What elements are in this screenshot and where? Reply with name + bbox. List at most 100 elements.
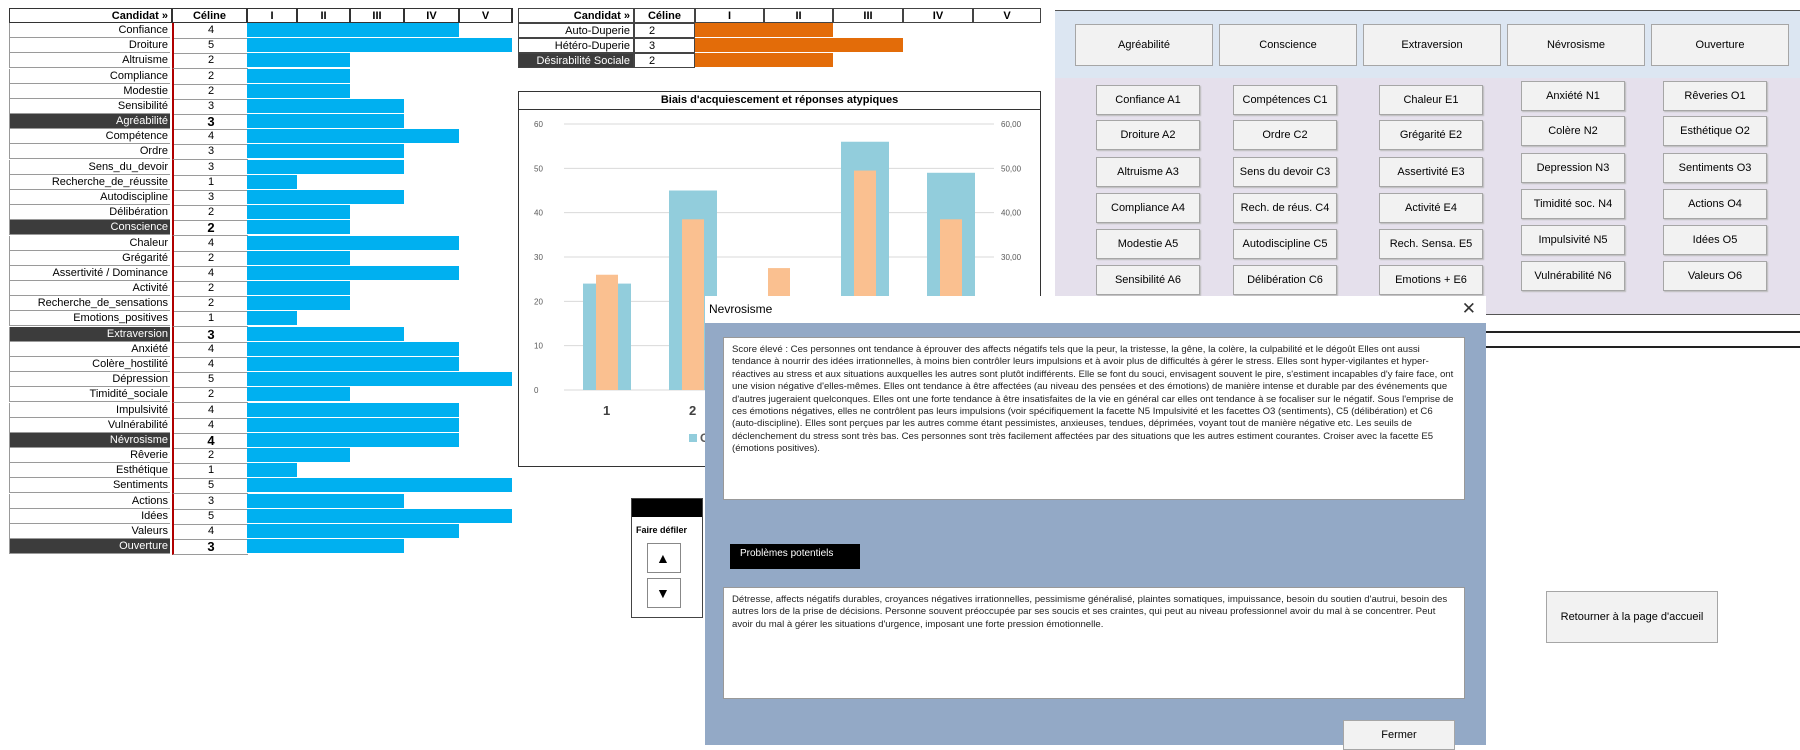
row-score: 3 <box>172 326 248 343</box>
facet-row: Chaleur 4 <box>9 235 513 252</box>
facet-button[interactable]: Esthétique O2 <box>1663 116 1767 146</box>
row-score: 2 <box>172 68 248 85</box>
facet-button[interactable]: Anxiété N1 <box>1521 81 1625 111</box>
dialog-titlebar: Nevrosisme ✕ <box>705 296 1486 323</box>
score-bar <box>247 189 404 204</box>
bias-row-score: 3 <box>634 38 695 53</box>
row-label: Rêverie <box>9 448 170 464</box>
tab-domain[interactable]: Conscience <box>1219 24 1357 66</box>
facet-button[interactable]: Ordre C2 <box>1233 120 1337 150</box>
row-score: 2 <box>172 83 248 100</box>
domain-row: Conscience 2 <box>9 220 513 237</box>
facet-button[interactable]: Depression N3 <box>1521 153 1625 183</box>
row-label: Chaleur <box>9 235 170 251</box>
facet-row: Esthétique 1 <box>9 463 513 480</box>
facet-row: Recherche_de_sensations 2 <box>9 296 513 313</box>
facet-row: Impulsivité 4 <box>9 402 513 419</box>
facet-button[interactable]: Compétences C1 <box>1233 85 1337 115</box>
facet-button[interactable]: Droiture A2 <box>1096 120 1200 150</box>
row-label: Altruisme <box>9 53 170 69</box>
y-tick-label: 50 <box>534 164 543 173</box>
facet-button[interactable]: Activité E4 <box>1379 193 1483 223</box>
domain-row: Agréabilité 3 <box>9 114 513 131</box>
facet-button[interactable]: Rêveries O1 <box>1663 81 1767 111</box>
problems-textbox[interactable]: Détresse, affects négatifs durables, cro… <box>723 587 1465 699</box>
home-button[interactable]: Retourner à la page d'accueil <box>1546 591 1718 643</box>
grid-line <box>459 8 460 23</box>
description-textbox[interactable]: Score élevé : Ces personnes ont tendance… <box>723 337 1465 500</box>
bias-score-bar <box>695 23 833 37</box>
close-icon[interactable]: ✕ <box>1462 299 1476 319</box>
score-bar <box>247 98 404 113</box>
score-bar <box>247 508 512 523</box>
score-bar <box>247 356 459 371</box>
score-bar <box>247 38 512 53</box>
row-score: 3 <box>172 539 248 556</box>
row-score: 2 <box>172 53 248 70</box>
facet-button[interactable]: Altruisme A3 <box>1096 157 1200 187</box>
score-bar <box>247 296 350 311</box>
table-header-level-4: IV <box>404 8 459 23</box>
y-tick-label-right: 40,00 <box>1001 209 1022 218</box>
facet-button[interactable]: Valeurs O6 <box>1663 261 1767 291</box>
scroll-header-bar <box>632 499 702 517</box>
facet-button[interactable]: Impulsivité N5 <box>1521 225 1625 255</box>
row-label: Modestie <box>9 83 170 99</box>
grid-line <box>512 8 513 23</box>
tab-domain[interactable]: Extraversion <box>1363 24 1501 66</box>
bias-row-label: Auto-Duperie <box>518 23 634 38</box>
facet-button[interactable]: Rech. Sensa. E5 <box>1379 229 1483 259</box>
facet-button[interactable]: Autodiscipline C5 <box>1233 229 1337 259</box>
row-score: 2 <box>172 387 248 404</box>
table-header-level-3: III <box>350 8 404 23</box>
facet-row: Sentiments 5 <box>9 478 513 495</box>
facet-button[interactable]: Emotions + E6 <box>1379 265 1483 295</box>
facet-row: Valeurs 4 <box>9 523 513 540</box>
facet-button[interactable]: Vulnérabilité N6 <box>1521 261 1625 291</box>
table-header-level-5: V <box>459 8 512 23</box>
domain-row: Névrosisme 4 <box>9 432 513 449</box>
grid-line <box>297 8 298 23</box>
row-label: Dépression <box>9 372 170 388</box>
facet-button[interactable]: Sensibilité A6 <box>1096 265 1200 295</box>
facet-button[interactable]: Modestie A5 <box>1096 229 1200 259</box>
row-score: 4 <box>172 402 248 419</box>
facet-button[interactable]: Délibération C6 <box>1233 265 1337 295</box>
tab-domain[interactable]: Agréabilité <box>1075 24 1213 66</box>
row-score: 2 <box>172 205 248 222</box>
close-dialog-button[interactable]: Fermer <box>1343 720 1455 750</box>
facet-button[interactable]: Timidité soc. N4 <box>1521 189 1625 219</box>
facet-button[interactable]: Idées O5 <box>1663 225 1767 255</box>
bias-score-bar <box>695 53 833 67</box>
scroll-down-button[interactable]: ▼ <box>647 578 681 608</box>
facet-button[interactable]: Sens du devoir C3 <box>1233 157 1337 187</box>
facet-button[interactable]: Actions O4 <box>1663 189 1767 219</box>
facet-row: Sensibilité 3 <box>9 98 513 115</box>
score-bar <box>247 432 459 447</box>
mid-header-candidate: Céline <box>634 8 695 23</box>
row-label: Autodiscipline <box>9 189 170 205</box>
score-bar <box>247 68 350 83</box>
facet-row: Confiance 4 <box>9 23 513 39</box>
tab-domain[interactable]: Névrosisme <box>1507 24 1645 66</box>
row-score: 2 <box>172 296 248 313</box>
facet-button[interactable]: Colère N2 <box>1521 116 1625 146</box>
score-bar <box>247 523 459 538</box>
facet-button[interactable]: Chaleur E1 <box>1379 85 1483 115</box>
row-label: Extraversion <box>9 326 170 342</box>
scroll-up-button[interactable]: ▲ <box>647 543 681 573</box>
facet-button[interactable]: Rech. de réus. C4 <box>1233 193 1337 223</box>
facet-row: Emotions_positives 1 <box>9 311 513 328</box>
facet-button[interactable]: Compliance A4 <box>1096 193 1200 223</box>
row-score: 4 <box>172 265 248 282</box>
row-label: Assertivité / Dominance <box>9 265 170 281</box>
facet-button[interactable]: Grégarité E2 <box>1379 120 1483 150</box>
score-bar <box>247 220 350 235</box>
row-score: 4 <box>172 129 248 146</box>
facet-row: Timidité_sociale 2 <box>9 387 513 404</box>
facet-button[interactable]: Confiance A1 <box>1096 85 1200 115</box>
facet-button[interactable]: Sentiments O3 <box>1663 153 1767 183</box>
row-label: Activité <box>9 281 170 297</box>
tab-domain[interactable]: Ouverture <box>1651 24 1789 66</box>
facet-button[interactable]: Assertivité E3 <box>1379 157 1483 187</box>
